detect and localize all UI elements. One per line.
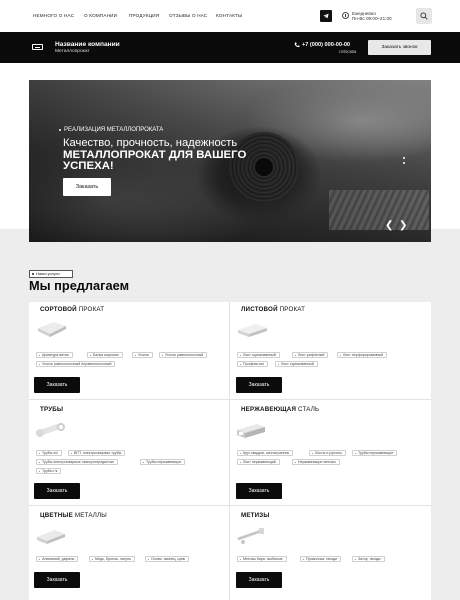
callback-button[interactable]: Заказать звонок	[368, 40, 431, 55]
top-navigation: Немного о нас О компании Продукция Отзыв…	[0, 0, 460, 32]
product-tag[interactable]: Затор, гвозди	[352, 556, 385, 562]
stainless-steel-image	[237, 424, 265, 438]
product-tag[interactable]: Профнастил	[237, 361, 269, 367]
search-button[interactable]	[416, 8, 432, 24]
nav-link-reviews[interactable]: Отзывы о нас	[169, 13, 207, 18]
product-tag[interactable]: Нержавеющие метизы	[292, 459, 340, 465]
product-tag[interactable]: Балка широкая	[87, 352, 123, 358]
nav-link-products[interactable]: Продукция	[129, 13, 159, 18]
slider-prev-arrow-icon[interactable]: ❮	[385, 220, 393, 231]
product-tag[interactable]: Круг квадрат, шестигранник	[237, 450, 294, 456]
product-tag[interactable]: Лист оцинкованный	[275, 361, 318, 367]
phone-icon	[294, 42, 300, 48]
order-button[interactable]: Заказать	[236, 377, 282, 393]
nav-link-company[interactable]: О компании	[84, 13, 117, 18]
hero-heading-line-2: успеха!	[63, 160, 114, 172]
product-tag[interactable]: Уголок равнополочный неравнополочный	[36, 361, 116, 367]
company-name: Название компании	[55, 41, 120, 48]
slider-indicator-dot[interactable]	[403, 157, 405, 159]
product-tag[interactable]: Трубы электросварные низкоуглеродистые	[36, 459, 119, 465]
services-badge: Наши услуги	[29, 270, 73, 278]
card-title-sheet-metal: Листовой прокат	[241, 306, 306, 313]
card-title-hardware: Метизы	[241, 512, 270, 519]
product-tag[interactable]: Метизы бара, скобяные	[237, 556, 287, 562]
order-button[interactable]: Заказать	[34, 572, 80, 588]
nav-link-contacts[interactable]: Контакты	[216, 13, 242, 18]
grid-divider-vertical	[229, 302, 230, 600]
product-tag[interactable]: Медь, бронза, латунь	[89, 556, 135, 562]
section-title: Мы предлагаем	[29, 278, 130, 293]
product-tag[interactable]: Листы и рулоны	[309, 450, 346, 456]
hardware-image	[237, 528, 264, 544]
product-tag[interactable]: Арматура витая	[36, 352, 73, 358]
hero-order-button[interactable]: Заказать	[63, 178, 111, 196]
product-tag[interactable]: Уголок	[132, 352, 153, 358]
product-tag[interactable]: Лист перфорированный	[337, 352, 388, 358]
sheet-metal-image	[238, 324, 267, 337]
grid-divider-horizontal	[29, 399, 431, 400]
nav-link-about-us[interactable]: Немного о нас	[33, 13, 74, 18]
product-tag[interactable]: Алюминий, дюраль	[36, 556, 79, 562]
working-hours: Пн-Вс 09:00–21:00	[352, 16, 392, 21]
company-logo[interactable]	[32, 44, 43, 50]
product-tag[interactable]: Трубы нержавеющие	[352, 450, 398, 456]
order-button[interactable]: Заказать	[236, 483, 282, 499]
hero-tagline: Реализация металлопроката	[64, 127, 164, 133]
hero-subheading: Качество, прочность, надежность	[63, 137, 238, 149]
product-tag[interactable]: Лист рифленый	[292, 352, 329, 358]
product-tag[interactable]: ВГП, электросварные трубы	[68, 450, 126, 456]
slider-next-arrow-icon[interactable]: ❯	[399, 220, 407, 231]
product-tag[interactable]: Трубы нержавеющие	[140, 459, 186, 465]
card-title-non-ferrous-metals: Цветные металлы	[40, 512, 107, 519]
long-products-image	[38, 322, 66, 337]
grid-divider-horizontal	[29, 505, 431, 506]
product-tag[interactable]: Уголок равнополочный	[159, 352, 208, 358]
product-tag[interactable]: Лист оцинкованный	[237, 352, 280, 358]
pipes-image	[36, 423, 65, 437]
card-title-stainless-steel: Нержавеющая сталь	[241, 406, 320, 413]
product-tag[interactable]: Лист нержавеющий	[237, 459, 280, 465]
product-tag[interactable]: Олово, свинец, цинк	[145, 556, 190, 562]
clock-icon	[342, 12, 349, 19]
order-button[interactable]: Заказать	[34, 377, 80, 393]
card-title-long-products: Сортовой прокат	[40, 306, 105, 313]
product-tag[interactable]: Трубы г/к	[36, 468, 62, 474]
slider-indicator-dot[interactable]	[403, 162, 405, 164]
company-subtitle: Металлопрокат	[55, 49, 90, 54]
telegram-icon	[323, 13, 329, 19]
product-tag[interactable]: Проволока, гвозди	[300, 556, 341, 562]
card-title-pipes: Трубы	[40, 406, 64, 413]
telegram-button[interactable]	[320, 10, 332, 22]
order-button[interactable]: Заказать	[236, 572, 282, 588]
product-tag[interactable]: Трубы э/с	[36, 450, 63, 456]
non-ferrous-metals-image	[37, 530, 65, 544]
phone-number[interactable]: +7 (000) 000-00-00	[302, 42, 350, 48]
order-button[interactable]: Заказать	[34, 483, 80, 499]
search-icon	[420, 12, 428, 20]
city-label: г.Москва	[339, 49, 357, 54]
